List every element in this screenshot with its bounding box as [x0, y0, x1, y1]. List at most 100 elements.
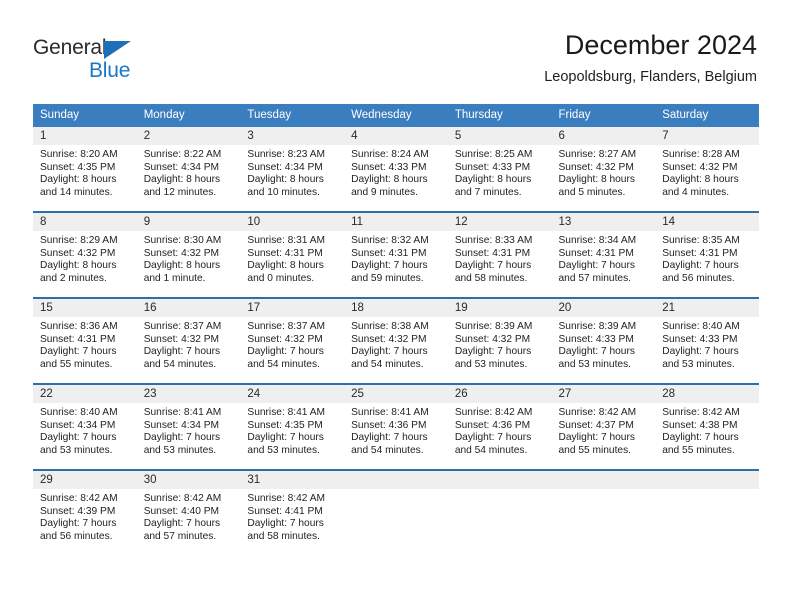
calendar-day-cell[interactable]: 15 Sunrise: 8:36 AM Sunset: 4:31 PM Dayl…	[33, 297, 137, 384]
daylight-text-line2: and 53 minutes.	[558, 358, 632, 370]
calendar-day-cell[interactable]: 20 Sunrise: 8:39 AM Sunset: 4:33 PM Dayl…	[551, 297, 656, 384]
day-number: 21	[655, 299, 759, 317]
calendar-day-cell[interactable]: 1 Sunrise: 8:20 AM Sunset: 4:35 PM Dayli…	[33, 127, 137, 212]
day-number: 3	[240, 127, 345, 145]
calendar-day-cell[interactable]: 10 Sunrise: 8:31 AM Sunset: 4:31 PM Dayl…	[240, 211, 345, 298]
daylight-text-line2: and 4 minutes.	[662, 186, 730, 198]
sunrise-text: Sunrise: 8:37 AM	[143, 321, 222, 332]
daylight-text-line1: Daylight: 7 hours	[351, 432, 428, 444]
daylight-text-line2: and 55 minutes.	[40, 358, 113, 370]
calendar-day-cell[interactable]: 18 Sunrise: 8:38 AM Sunset: 4:32 PM Dayl…	[344, 297, 448, 384]
daylight-text-line2: and 53 minutes.	[454, 358, 528, 370]
daylight-text-line1: Daylight: 7 hours	[558, 432, 635, 444]
daylight-text-line2: and 59 minutes.	[351, 272, 424, 284]
calendar-day-cell-empty	[447, 469, 552, 555]
logo-text-general: General	[33, 36, 107, 59]
calendar-day-cell[interactable]: 9 Sunrise: 8:30 AM Sunset: 4:32 PM Dayli…	[136, 211, 241, 298]
daylight-text-line1: Daylight: 8 hours	[143, 260, 221, 272]
calendar-day-cell[interactable]: 5 Sunrise: 8:25 AM Sunset: 4:33 PM Dayli…	[447, 127, 552, 212]
day-number: 10	[240, 213, 345, 231]
sunset-text: Sunset: 4:31 PM	[558, 247, 634, 259]
calendar-day-cell-empty	[655, 469, 759, 555]
calendar-day-cell[interactable]: 8 Sunrise: 8:29 AM Sunset: 4:32 PM Dayli…	[33, 211, 137, 298]
day-number: 6	[551, 127, 656, 145]
calendar-day-cell[interactable]: 27 Sunrise: 8:42 AM Sunset: 4:37 PM Dayl…	[551, 383, 656, 470]
day-number: 29	[33, 471, 137, 489]
sunrise-text: Sunrise: 8:42 AM	[40, 493, 118, 504]
calendar-week-row: 8 Sunrise: 8:29 AM Sunset: 4:32 PM Dayli…	[33, 211, 759, 298]
day-details: Sunrise: 8:24 AM Sunset: 4:33 PM Dayligh…	[344, 145, 448, 199]
sunrise-text: Sunrise: 8:41 AM	[143, 407, 222, 418]
calendar-day-cell[interactable]: 26 Sunrise: 8:42 AM Sunset: 4:36 PM Dayl…	[447, 383, 552, 470]
page-header: General Blue December 2024 Leopoldsburg,…	[0, 0, 792, 100]
calendar-day-cell[interactable]: 24 Sunrise: 8:41 AM Sunset: 4:35 PM Dayl…	[240, 383, 345, 470]
calendar-day-cell[interactable]: 30 Sunrise: 8:42 AM Sunset: 4:40 PM Dayl…	[136, 469, 241, 555]
sunset-text: Sunset: 4:32 PM	[454, 333, 531, 345]
sunset-text: Sunset: 4:37 PM	[558, 419, 634, 431]
daylight-text-line1: Daylight: 7 hours	[40, 432, 117, 444]
daylight-text-line1: Daylight: 8 hours	[247, 260, 324, 272]
day-number: 17	[240, 299, 345, 317]
calendar-day-cell[interactable]: 22 Sunrise: 8:40 AM Sunset: 4:34 PM Dayl…	[33, 383, 137, 470]
calendar-day-cell[interactable]: 25 Sunrise: 8:41 AM Sunset: 4:36 PM Dayl…	[344, 383, 448, 470]
sunset-text: Sunset: 4:36 PM	[454, 419, 531, 431]
sunrise-text: Sunrise: 8:34 AM	[558, 235, 637, 246]
sunset-text: Sunset: 4:35 PM	[40, 161, 116, 173]
calendar-day-cell[interactable]: 7 Sunrise: 8:28 AM Sunset: 4:32 PM Dayli…	[655, 127, 759, 212]
weekday-header-tuesday: Tuesday	[240, 104, 345, 127]
calendar-day-cell[interactable]: 14 Sunrise: 8:35 AM Sunset: 4:31 PM Dayl…	[655, 211, 759, 298]
calendar-day-cell[interactable]: 4 Sunrise: 8:24 AM Sunset: 4:33 PM Dayli…	[344, 127, 448, 212]
day-details: Sunrise: 8:30 AM Sunset: 4:32 PM Dayligh…	[137, 231, 241, 285]
day-details: Sunrise: 8:39 AM Sunset: 4:32 PM Dayligh…	[448, 317, 552, 371]
calendar-day-cell[interactable]: 16 Sunrise: 8:37 AM Sunset: 4:32 PM Dayl…	[136, 297, 241, 384]
daylight-text-line1: Daylight: 8 hours	[454, 174, 532, 186]
calendar-day-cell[interactable]: 11 Sunrise: 8:32 AM Sunset: 4:31 PM Dayl…	[344, 211, 448, 298]
day-number: 4	[344, 127, 448, 145]
calendar-day-cell[interactable]: 28 Sunrise: 8:42 AM Sunset: 4:38 PM Dayl…	[655, 383, 759, 470]
calendar-day-cell[interactable]: 31 Sunrise: 8:42 AM Sunset: 4:41 PM Dayl…	[240, 469, 345, 555]
daylight-text-line2: and 10 minutes.	[247, 186, 320, 198]
daylight-text-line1: Daylight: 7 hours	[351, 346, 428, 358]
calendar-week-row: 29 Sunrise: 8:42 AM Sunset: 4:39 PM Dayl…	[33, 469, 759, 555]
generalblue-logo[interactable]: General Blue	[33, 36, 183, 88]
day-details: Sunrise: 8:36 AM Sunset: 4:31 PM Dayligh…	[33, 317, 137, 371]
day-number: 26	[447, 385, 552, 403]
day-number: 12	[447, 213, 552, 231]
daylight-text-line1: Daylight: 8 hours	[247, 174, 324, 186]
day-number: 16	[136, 299, 241, 317]
day-details: Sunrise: 8:42 AM Sunset: 4:37 PM Dayligh…	[552, 403, 656, 457]
daylight-text-line2: and 58 minutes.	[454, 272, 528, 284]
day-number: 31	[240, 471, 345, 489]
day-number: 28	[655, 385, 759, 403]
calendar-day-cell[interactable]: 19 Sunrise: 8:39 AM Sunset: 4:32 PM Dayl…	[447, 297, 552, 384]
calendar-day-cell[interactable]: 21 Sunrise: 8:40 AM Sunset: 4:33 PM Dayl…	[655, 297, 759, 384]
day-number: 19	[447, 299, 552, 317]
sunrise-text: Sunrise: 8:22 AM	[143, 149, 222, 160]
calendar-day-cell[interactable]: 13 Sunrise: 8:34 AM Sunset: 4:31 PM Dayl…	[551, 211, 656, 298]
calendar-day-cell[interactable]: 12 Sunrise: 8:33 AM Sunset: 4:31 PM Dayl…	[447, 211, 552, 298]
day-details: Sunrise: 8:40 AM Sunset: 4:33 PM Dayligh…	[655, 317, 759, 371]
sunrise-text: Sunrise: 8:20 AM	[40, 149, 118, 160]
daylight-text-line2: and 56 minutes.	[40, 530, 113, 542]
calendar-day-cell[interactable]: 29 Sunrise: 8:42 AM Sunset: 4:39 PM Dayl…	[33, 469, 137, 555]
daylight-text-line1: Daylight: 8 hours	[558, 174, 635, 186]
calendar-day-cell[interactable]: 6 Sunrise: 8:27 AM Sunset: 4:32 PM Dayli…	[551, 127, 656, 212]
sunset-text: Sunset: 4:39 PM	[40, 505, 116, 517]
day-number	[655, 471, 759, 489]
calendar-day-cell[interactable]: 3 Sunrise: 8:23 AM Sunset: 4:34 PM Dayli…	[240, 127, 345, 212]
daylight-text-line2: and 7 minutes.	[454, 186, 522, 198]
daylight-text-line1: Daylight: 7 hours	[662, 346, 739, 358]
calendar-day-cell[interactable]: 2 Sunrise: 8:22 AM Sunset: 4:34 PM Dayli…	[136, 127, 241, 212]
calendar-day-cell[interactable]: 23 Sunrise: 8:41 AM Sunset: 4:34 PM Dayl…	[136, 383, 241, 470]
sunset-text: Sunset: 4:35 PM	[247, 419, 323, 431]
day-number: 9	[136, 213, 241, 231]
title-block: December 2024 Leopoldsburg, Flanders, Be…	[544, 28, 757, 86]
day-details: Sunrise: 8:37 AM Sunset: 4:32 PM Dayligh…	[137, 317, 241, 371]
day-details	[344, 489, 448, 493]
weekday-header-row: Sunday Monday Tuesday Wednesday Thursday…	[33, 104, 759, 127]
calendar-body: 1 Sunrise: 8:20 AM Sunset: 4:35 PM Dayli…	[33, 127, 759, 555]
day-number: 30	[136, 471, 241, 489]
calendar-day-cell[interactable]: 17 Sunrise: 8:37 AM Sunset: 4:32 PM Dayl…	[240, 297, 345, 384]
day-details: Sunrise: 8:37 AM Sunset: 4:32 PM Dayligh…	[240, 317, 344, 371]
sunset-text: Sunset: 4:41 PM	[247, 505, 323, 517]
